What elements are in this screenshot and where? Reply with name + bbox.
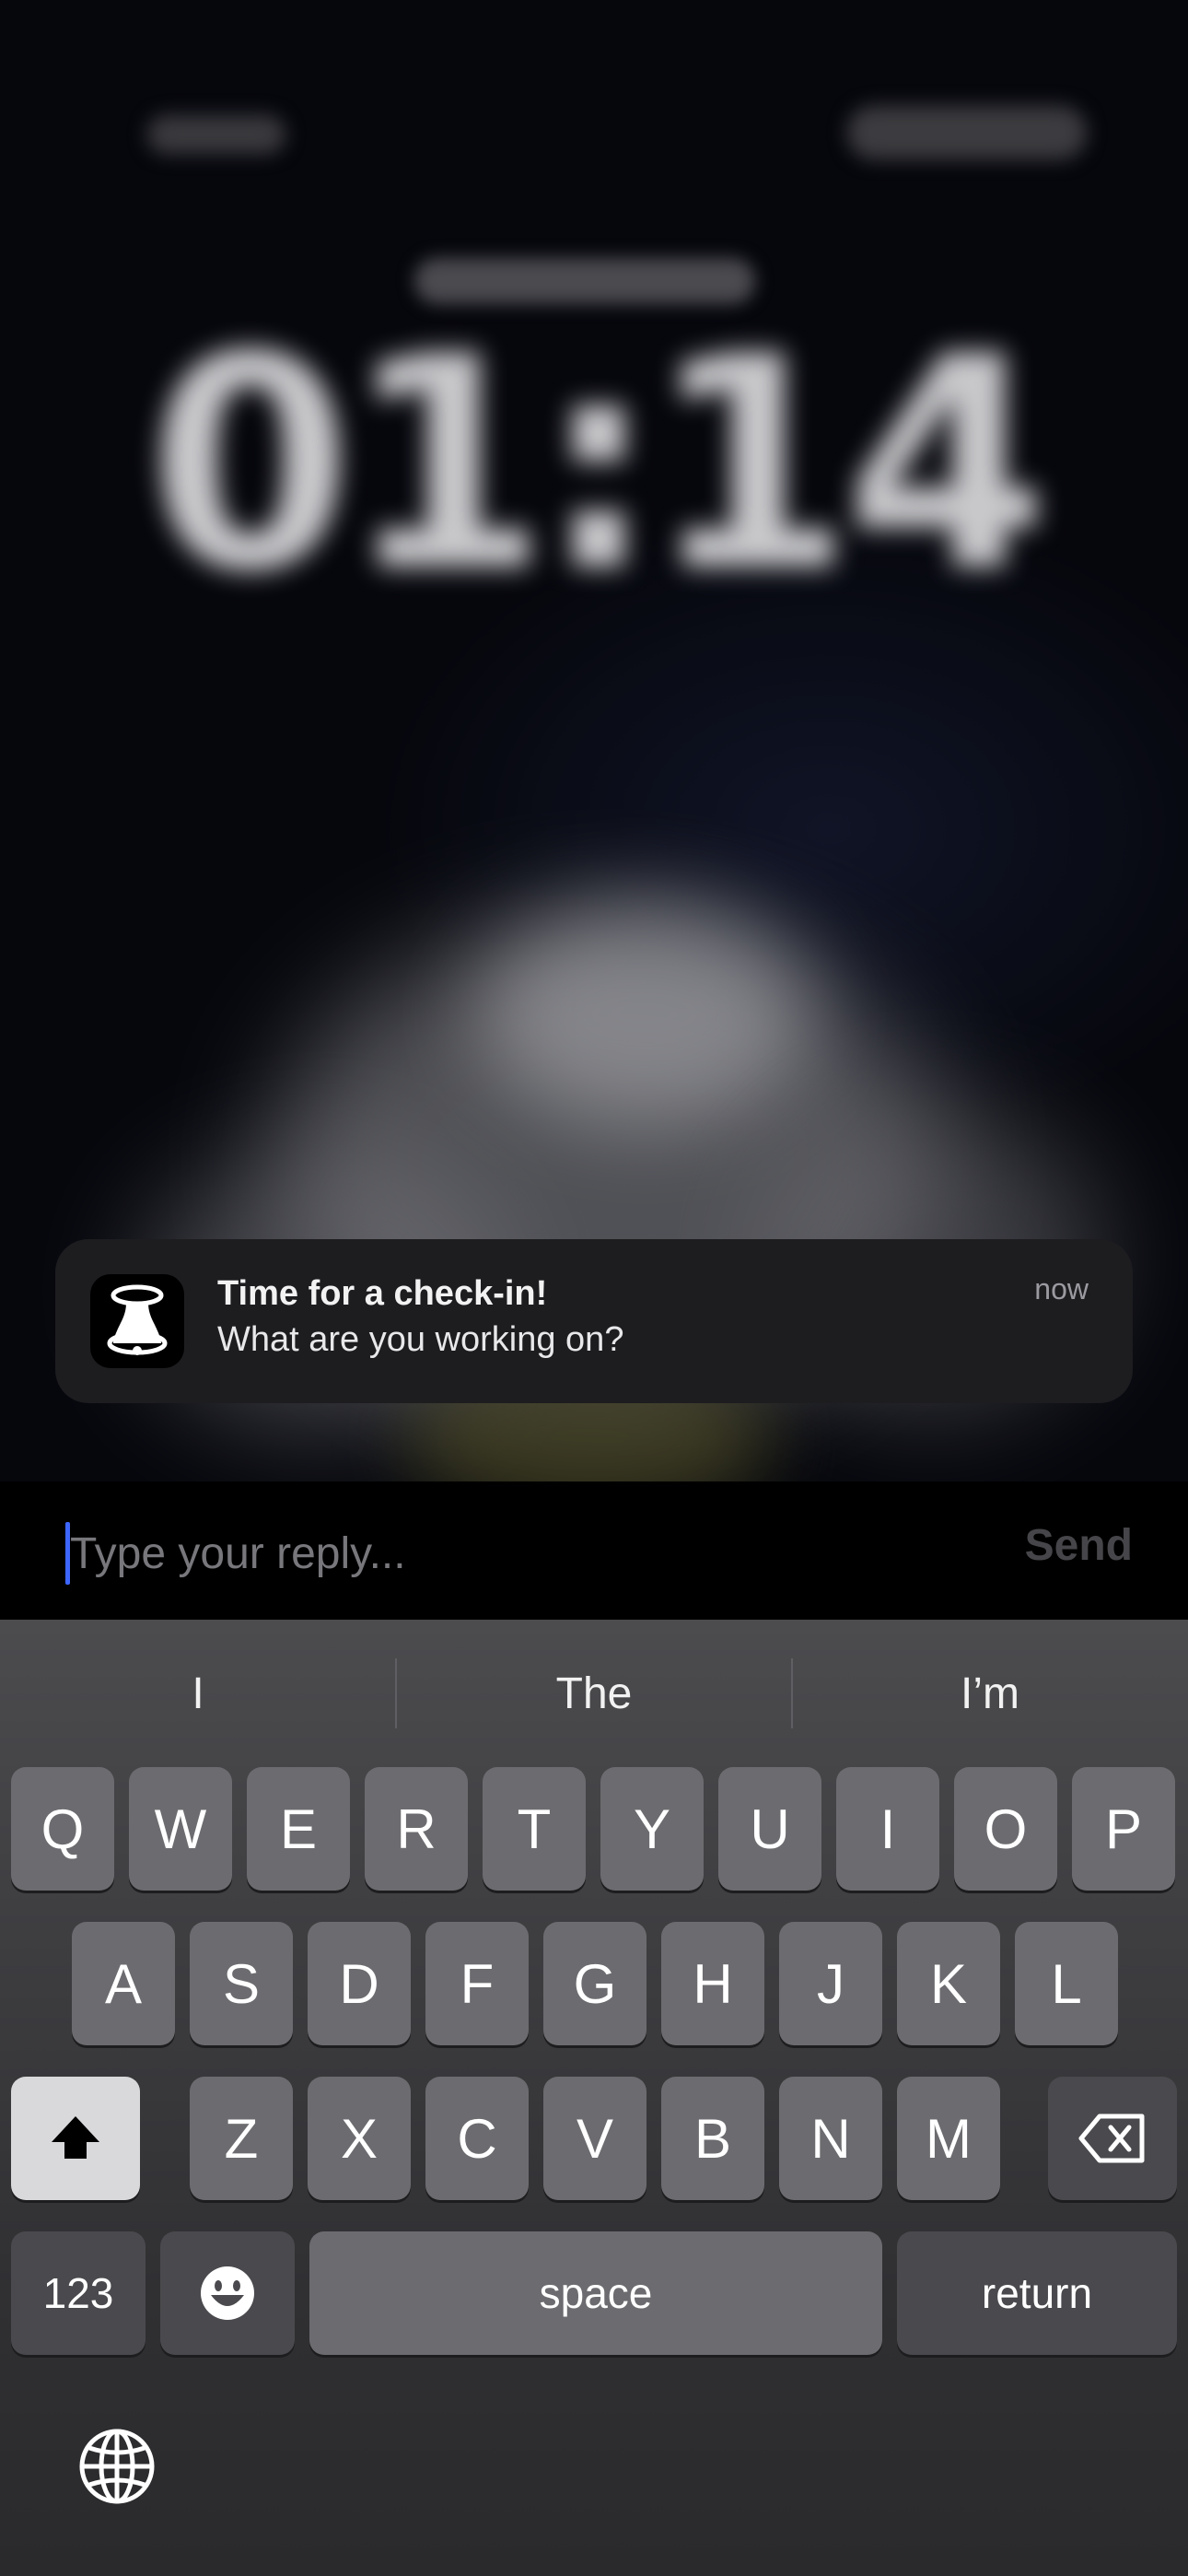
lock-screen-time: 01:14 — [147, 294, 1050, 637]
key-l[interactable]: L — [1015, 1922, 1118, 2045]
key-e[interactable]: E — [247, 1767, 350, 1891]
notification-timestamp: now — [1034, 1272, 1089, 1306]
suggestion-item[interactable]: I’m — [792, 1620, 1188, 1767]
predictive-text-bar: I The I’m — [0, 1620, 1188, 1767]
notification-title: Time for a check-in! — [217, 1274, 548, 1313]
key-v[interactable]: V — [543, 2077, 646, 2200]
shift-arrow-icon — [52, 2116, 99, 2159]
key-d[interactable]: D — [308, 1922, 411, 2045]
key-g[interactable]: G — [543, 1922, 646, 2045]
key-i[interactable]: I — [836, 1767, 939, 1891]
notification-body: What are you working on? — [217, 1320, 624, 1359]
numbers-key[interactable]: 123 — [11, 2231, 146, 2355]
emoji-icon — [201, 2266, 254, 2320]
key-m[interactable]: M — [897, 2077, 1000, 2200]
globe-icon — [79, 2429, 155, 2504]
reply-input[interactable] — [68, 1513, 901, 1594]
key-x[interactable]: X — [308, 2077, 411, 2200]
keyboard: I The I’m Q W E R T Y U I O P A S D F G … — [0, 1620, 1188, 2576]
key-u[interactable]: U — [718, 1767, 821, 1891]
key-q[interactable]: Q — [11, 1767, 114, 1891]
key-z[interactable]: Z — [190, 2077, 293, 2200]
key-j[interactable]: J — [779, 1922, 882, 2045]
key-o[interactable]: O — [954, 1767, 1057, 1891]
shift-key[interactable] — [11, 2077, 140, 2200]
key-c[interactable]: C — [425, 2077, 529, 2200]
suggestion-item[interactable]: The — [396, 1620, 792, 1767]
notification-card[interactable]: Time for a check-in! What are you workin… — [55, 1239, 1133, 1403]
space-key[interactable]: space — [309, 2231, 882, 2355]
key-h[interactable]: H — [661, 1922, 764, 2045]
key-s[interactable]: S — [190, 1922, 293, 2045]
globe-key[interactable] — [76, 2425, 158, 2508]
emoji-key[interactable] — [160, 2231, 295, 2355]
key-w[interactable]: W — [129, 1767, 232, 1891]
key-r[interactable]: R — [365, 1767, 468, 1891]
key-k[interactable]: K — [897, 1922, 1000, 2045]
return-key[interactable]: return — [897, 2231, 1177, 2355]
suggestion-item[interactable]: I — [0, 1620, 396, 1767]
send-button[interactable]: Send — [1025, 1520, 1133, 1571]
reply-bar: Send — [0, 1481, 1188, 1620]
key-y[interactable]: Y — [600, 1767, 704, 1891]
delete-key[interactable] — [1048, 2077, 1177, 2200]
key-t[interactable]: T — [483, 1767, 586, 1891]
status-bar-icons — [847, 106, 1087, 159]
key-p[interactable]: P — [1072, 1767, 1175, 1891]
key-n[interactable]: N — [779, 2077, 882, 2200]
key-f[interactable]: F — [425, 1922, 529, 2045]
key-b[interactable]: B — [661, 2077, 764, 2200]
wallpaper-flower-petals — [479, 903, 810, 1124]
bell-icon — [90, 1274, 184, 1368]
status-bar-time — [147, 115, 285, 154]
backspace-icon — [1078, 2113, 1145, 2163]
key-a[interactable]: A — [72, 1922, 175, 2045]
